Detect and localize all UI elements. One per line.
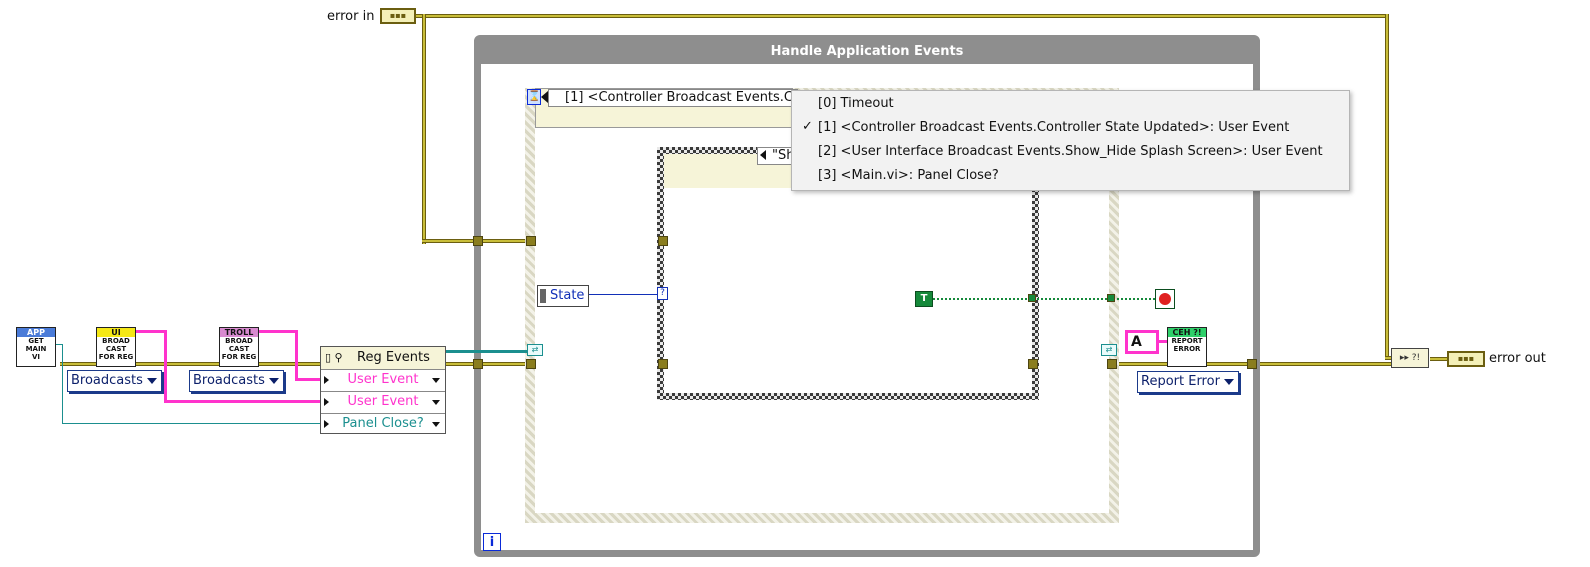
merge-errors-node[interactable]: ▸▸ ?!	[1391, 348, 1429, 368]
error-out-terminal[interactable]: ▪▪▪	[1447, 351, 1485, 367]
get-main-line-1: GET	[28, 337, 44, 345]
menu-item-controller-state[interactable]: [1] <Controller Broadcast Events.Control…	[818, 117, 1289, 139]
troll-line-1: BROAD	[225, 337, 253, 345]
troll-band: TROLL	[220, 328, 258, 337]
menu-item-timeout[interactable]: [0] Timeout	[818, 93, 894, 115]
case-left-tunnel	[658, 359, 668, 369]
event-left-tunnel	[526, 359, 536, 369]
main-ref-wire-h	[56, 344, 63, 345]
boolean-tunnel-event	[1107, 294, 1115, 302]
reg-row-2-label: User Event	[347, 394, 419, 409]
menu-item-panel-close[interactable]: [3] <Main.vi>: Panel Close?	[818, 165, 999, 187]
state-wire	[589, 294, 659, 295]
loop-right-tunnel	[1247, 359, 1257, 369]
case-top-tunnel	[658, 236, 668, 246]
case-right-tunnel	[1028, 359, 1038, 369]
dynamic-event-terminal-left[interactable]: ⇄	[527, 344, 543, 356]
troll-line-2: CAST	[228, 345, 250, 353]
troll-event-wire-c	[295, 378, 322, 381]
menu-item-splash-screen[interactable]: [2] <User Interface Broadcast Events.Sho…	[818, 141, 1323, 163]
main-ref-wire-bottom	[62, 423, 320, 424]
row-arrow-icon	[324, 420, 329, 428]
get-main-vi-node[interactable]: APP GET MAIN VI	[16, 327, 56, 367]
reg-row-user-event-1[interactable]: User Event	[321, 369, 445, 392]
report-error-ring[interactable]: Report Error	[1137, 371, 1239, 393]
error-wire-down-left	[422, 14, 426, 244]
get-main-band: APP	[17, 328, 55, 337]
broadcasts-ring-1-label: Broadcasts	[71, 373, 143, 388]
true-constant[interactable]: T	[915, 291, 933, 307]
error-wire-down-right	[1385, 14, 1389, 360]
error-in-label: error in	[327, 9, 375, 24]
loop-top-tunnel	[473, 236, 483, 246]
state-control[interactable]: State	[537, 285, 589, 307]
troll-event-wire-a	[259, 330, 297, 333]
event-case-selector[interactable]: [1] <Controller Broadcast Events.C	[548, 89, 798, 107]
troll-line-3: FOR REG	[221, 353, 257, 361]
ui-event-wire-b	[164, 330, 167, 403]
stop-terminal[interactable]	[1155, 289, 1175, 309]
reg-events-icon: ▯ ⚲	[325, 351, 343, 364]
boolean-wire	[933, 298, 1155, 300]
broadcasts-ring-1[interactable]: Broadcasts	[67, 370, 162, 392]
while-loop-title: Handle Application Events	[481, 42, 1253, 64]
dropdown-arrow-icon	[432, 422, 440, 427]
ui-line-3: FOR REG	[98, 353, 134, 361]
report-error-ring-label: Report Error	[1141, 374, 1220, 389]
state-bar-icon	[540, 289, 546, 303]
get-main-line-2: MAIN	[25, 345, 47, 353]
boolean-tunnel-case	[1028, 294, 1036, 302]
dropdown-arrow-icon	[1223, 379, 1234, 385]
reg-row-user-event-2[interactable]: User Event	[321, 391, 445, 414]
event-reg-wire	[446, 350, 528, 353]
reg-row-3-label: Panel Close?	[342, 416, 424, 431]
broadcasts-ring-2[interactable]: Broadcasts	[189, 370, 284, 392]
troll-broadcast-node[interactable]: TROLL BROAD CAST FOR REG	[219, 327, 259, 367]
error-in-wire-top	[416, 14, 1389, 18]
loop-left-tunnel	[473, 359, 483, 369]
hourglass-icon[interactable]: ⌛	[527, 89, 541, 105]
report-error-band: CEH ?!	[1168, 328, 1206, 337]
ui-broadcast-node[interactable]: UI BROAD CAST FOR REG	[96, 327, 136, 367]
main-ref-wire-v	[62, 344, 63, 424]
state-label: State	[550, 288, 585, 303]
string-constant[interactable]: A	[1125, 330, 1159, 354]
dropdown-arrow-icon	[268, 378, 279, 384]
dropdown-arrow-icon	[432, 400, 440, 405]
row-arrow-icon	[324, 398, 329, 406]
case-selector-terminal[interactable]: ?	[657, 287, 668, 300]
report-error-line-2: ERROR	[1173, 345, 1201, 353]
ui-event-wire-c	[164, 400, 322, 403]
broadcasts-ring-2-label: Broadcasts	[193, 373, 265, 388]
get-main-line-3: VI	[31, 353, 41, 361]
dynamic-event-terminal-right[interactable]: ⇄	[1101, 344, 1117, 356]
ui-line-2: CAST	[105, 345, 127, 353]
reg-events-title: ▯ ⚲ Reg Events	[321, 347, 445, 370]
troll-event-wire-b	[295, 330, 298, 381]
reg-events-label: Reg Events	[357, 350, 430, 365]
event-top-tunnel	[526, 236, 536, 246]
error-out-label: error out	[1489, 351, 1546, 366]
event-prev-arrow-icon[interactable]	[541, 91, 548, 103]
error-out-wire	[1430, 357, 1448, 361]
ui-band: UI	[97, 328, 135, 337]
iteration-terminal[interactable]: i	[483, 533, 501, 551]
reg-row-panel-close[interactable]: Panel Close?	[321, 413, 445, 436]
report-error-node[interactable]: CEH ?! REPORT ERROR	[1167, 327, 1207, 367]
dropdown-arrow-icon	[146, 378, 157, 384]
reg-row-1-label: User Event	[347, 372, 419, 387]
row-arrow-icon	[324, 376, 329, 384]
event-case-menu[interactable]: [0] Timeout ✓ [1] <Controller Broadcast …	[791, 90, 1350, 191]
register-events-node[interactable]: ▯ ⚲ Reg Events User Event User Event Pan…	[320, 346, 446, 434]
dropdown-arrow-icon	[432, 378, 440, 383]
ui-line-1: BROAD	[102, 337, 130, 345]
error-in-terminal[interactable]: ▪▪▪	[380, 8, 416, 24]
report-error-line-1: REPORT	[1171, 337, 1203, 345]
ui-event-wire-a	[136, 330, 166, 333]
checkmark-icon: ✓	[802, 119, 813, 134]
case-prev-arrow-icon[interactable]	[760, 150, 766, 160]
event-right-tunnel	[1107, 359, 1117, 369]
